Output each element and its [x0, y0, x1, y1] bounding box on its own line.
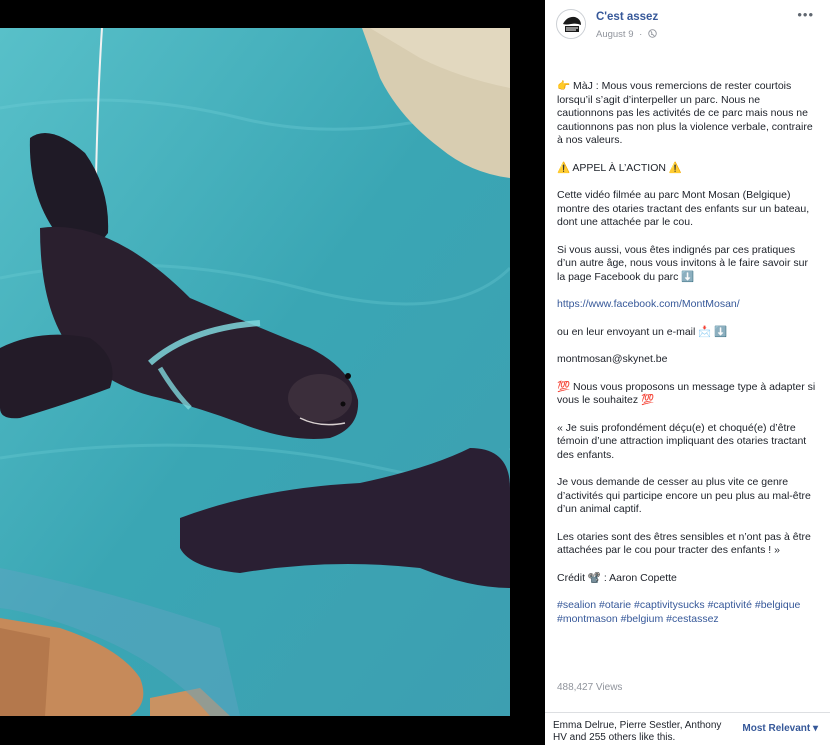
post-text: 👉 MàJ : Mous vous remercions de rester c… — [557, 80, 817, 640]
post-paragraph-call-to-action: ⚠️ APPEL À L’ACTION ⚠️ — [557, 161, 682, 174]
meta-separator: · — [639, 29, 643, 40]
globe-icon — [648, 29, 657, 40]
divider — [545, 712, 830, 713]
post-paragraph-video-description: Cette vidéo filmée au parc Mont Mosan (B… — [557, 189, 810, 228]
video-stage[interactable] — [0, 0, 545, 745]
facebook-link[interactable]: https://www.facebook.com/MontMosan/ — [557, 298, 817, 312]
email-address: montmosan@skynet.be — [557, 353, 668, 365]
sea-lion-video-image — [0, 28, 510, 716]
post-paragraph-invitation: Si vous aussi, vous êtes indignés par ce… — [557, 243, 808, 283]
post-paragraph-update: 👉 MàJ : Mous vous remercions de rester c… — [557, 80, 813, 146]
post-panel: C'est assez August 9 · ••• 👉 MàJ : Mous … — [545, 0, 830, 745]
post-paragraph-template-1: « Je suis profondément déçu(e) et choqué… — [557, 421, 807, 461]
post-paragraph-email-intro: ou en leur envoyant un e-mail 📩 ⬇️ — [557, 325, 728, 338]
post-paragraph-template-intro: 💯 Nous vous proposons un message type à … — [557, 380, 816, 407]
comment-sort-dropdown[interactable]: Most Relevant ▾ — [742, 722, 818, 736]
ellipsis-icon[interactable]: ••• — [797, 8, 814, 22]
post-paragraph-template-2: Je vous demande de cesser au plus vite c… — [557, 476, 811, 515]
post-date[interactable]: August 9 — [596, 29, 634, 40]
view-count: 488,427 Views — [557, 682, 623, 693]
post-paragraph-credit: Crédit 📽️ : Aaron Copette — [557, 571, 677, 584]
video-frame[interactable] — [0, 28, 510, 716]
likes-summary[interactable]: Emma Delrue, Pierre Sestler, Anthony HV … — [553, 720, 728, 744]
post-paragraph-template-3: Les otaries sont des êtres sensibles et … — [557, 530, 811, 557]
page-avatar[interactable] — [556, 9, 586, 39]
hashtags[interactable]: #sealion #otarie #captivitysucks #captiv… — [557, 599, 817, 626]
post-header: C'est assez August 9 · ••• — [545, 0, 830, 50]
post-meta: August 9 · — [596, 28, 657, 42]
page-name-link[interactable]: C'est assez — [596, 11, 658, 25]
page-logo — [558, 11, 585, 38]
